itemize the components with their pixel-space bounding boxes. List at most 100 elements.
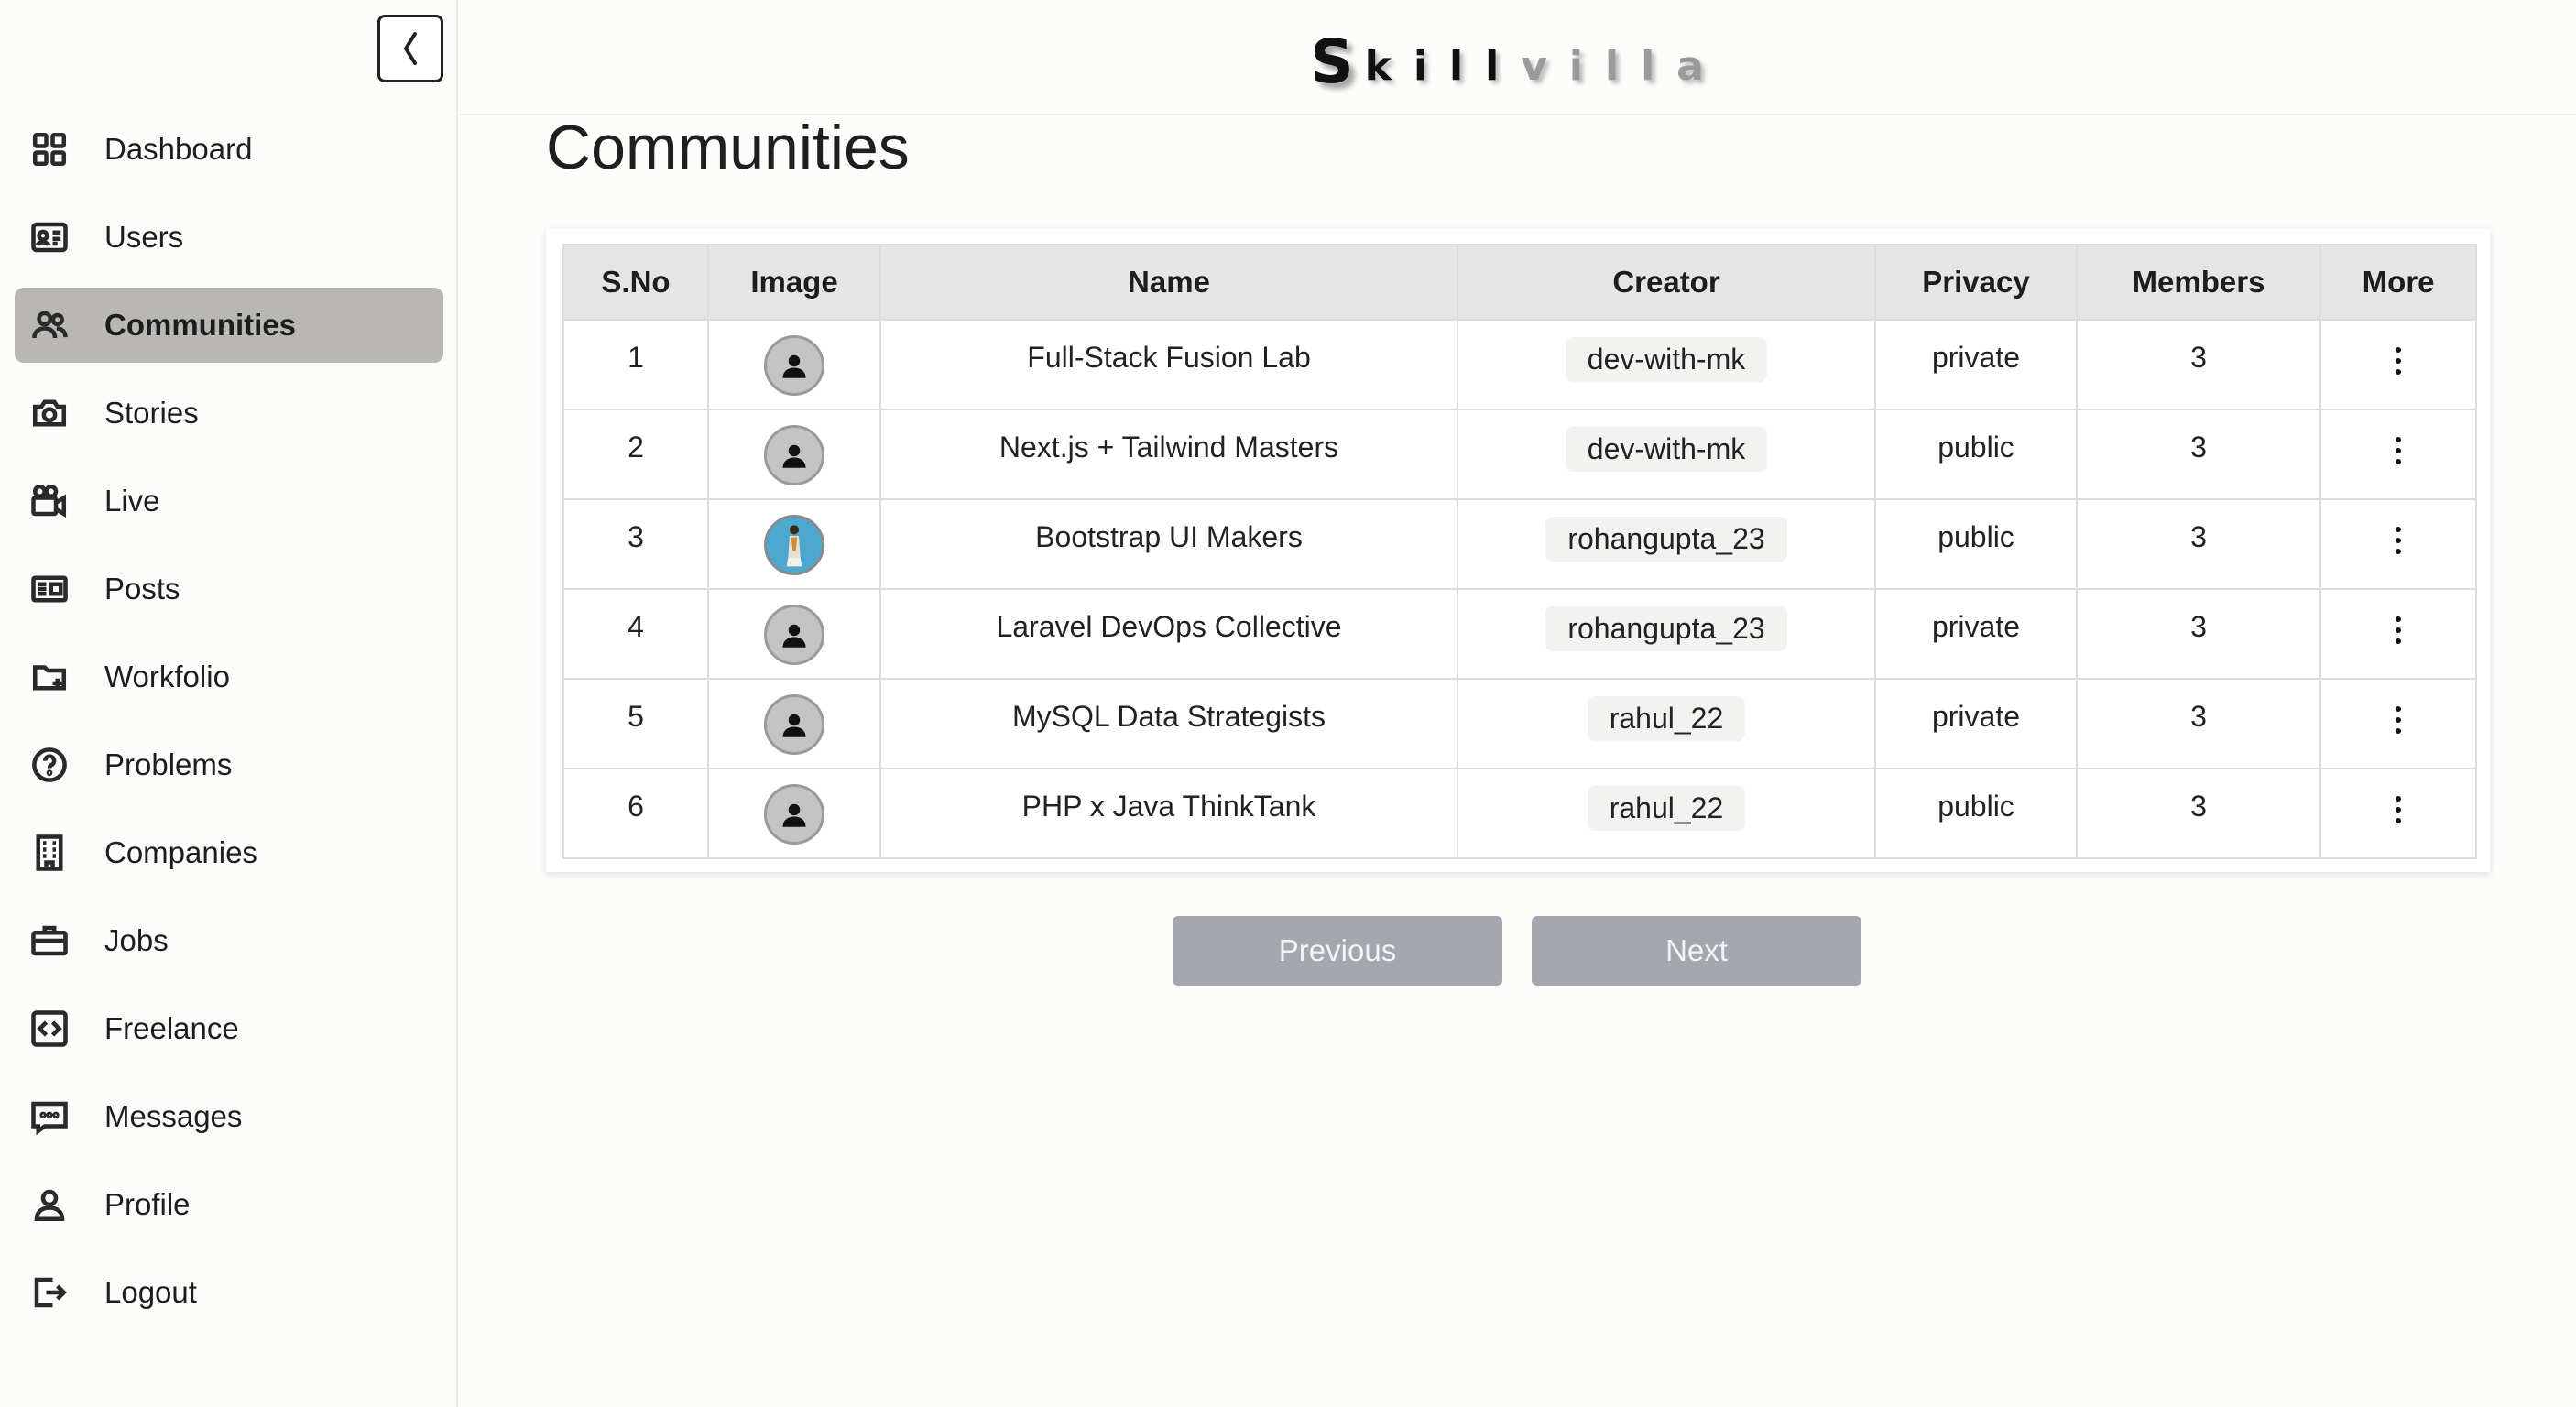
- logout-icon: [29, 1272, 70, 1313]
- top-bar: S killvilla: [460, 0, 2576, 115]
- table-header-row: S.No Image Name Creator Privacy Members …: [562, 244, 2477, 321]
- column-header-more[interactable]: More: [2319, 244, 2477, 321]
- sidebar-item-companies[interactable]: Companies: [15, 815, 443, 890]
- cell-name[interactable]: Next.js + Tailwind Masters: [879, 409, 1458, 500]
- default-user-icon: [782, 624, 806, 648]
- creator-chip[interactable]: rohangupta_23: [1545, 606, 1787, 651]
- community-avatar[interactable]: [764, 694, 824, 755]
- collapse-sidebar-button[interactable]: [377, 15, 443, 82]
- sidebar-item-logout[interactable]: Logout: [15, 1255, 443, 1330]
- creator-chip[interactable]: rahul_22: [1587, 786, 1746, 831]
- creator-chip[interactable]: rahul_22: [1587, 696, 1746, 741]
- community-avatar[interactable]: [764, 784, 824, 845]
- camera-icon: [29, 393, 70, 433]
- cell-more: [2319, 768, 2477, 859]
- cell-members: 3: [2076, 498, 2321, 590]
- more-options-button[interactable]: [2394, 791, 2403, 835]
- code-icon: [29, 1009, 70, 1049]
- sidebar-item-label: Dashboard: [104, 132, 253, 166]
- cell-sno: 3: [562, 498, 709, 590]
- sidebar-item-label: Live: [104, 484, 160, 518]
- column-header-members[interactable]: Members: [2076, 244, 2321, 321]
- sidebar-item-label: Logout: [104, 1275, 197, 1309]
- cell-more: [2319, 319, 2477, 410]
- sidebar-item-messages[interactable]: Messages: [15, 1079, 443, 1154]
- sidebar-item-problems[interactable]: Problems: [15, 727, 443, 802]
- table-row[interactable]: 4 Laravel DevOps Collective rohangupta_2…: [562, 588, 2477, 680]
- table-row[interactable]: 6 PHP x Java ThinkTank rahul_22 public 3: [562, 768, 2477, 859]
- kebab-menu-icon: [2396, 796, 2401, 823]
- cell-name[interactable]: MySQL Data Strategists: [879, 678, 1458, 769]
- creator-chip[interactable]: dev-with-mk: [1565, 337, 1768, 382]
- briefcase-icon: [29, 921, 70, 961]
- communities-table-card: S.No Image Name Creator Privacy Members …: [546, 229, 2490, 872]
- column-header-creator[interactable]: Creator: [1457, 244, 1876, 321]
- column-header-image[interactable]: Image: [707, 244, 881, 321]
- cell-more: [2319, 498, 2477, 590]
- sidebar-item-posts[interactable]: Posts: [15, 551, 443, 627]
- cell-image: [707, 409, 881, 500]
- cell-sno: 5: [562, 678, 709, 769]
- more-options-button[interactable]: [2394, 702, 2403, 746]
- table-row[interactable]: 2 Next.js + Tailwind Masters dev-with-mk…: [562, 409, 2477, 500]
- sidebar-item-label: Users: [104, 220, 184, 254]
- default-user-icon: [782, 714, 806, 737]
- sidebar-item-stories[interactable]: Stories: [15, 376, 443, 451]
- sidebar-item-dashboard[interactable]: Dashboard: [15, 112, 443, 187]
- sidebar-item-label: Communities: [104, 308, 297, 342]
- sidebar-nav: Dashboard Users Communities Stories Live…: [15, 112, 443, 1343]
- communities-table: S.No Image Name Creator Privacy Members …: [562, 244, 2477, 859]
- cell-privacy: private: [1874, 678, 2078, 769]
- cell-image: [707, 768, 881, 859]
- creator-chip[interactable]: rohangupta_23: [1545, 517, 1787, 562]
- sidebar-item-label: Posts: [104, 572, 180, 605]
- sidebar-item-label: Jobs: [104, 923, 169, 957]
- sidebar-item-label: Freelance: [104, 1011, 239, 1045]
- table-row[interactable]: 5 MySQL Data Strategists rahul_22 privat…: [562, 678, 2477, 769]
- kebab-menu-icon: [2396, 347, 2401, 375]
- cell-creator: rohangupta_23: [1457, 588, 1876, 680]
- cell-sno: 6: [562, 768, 709, 859]
- sidebar-item-label: Messages: [104, 1099, 243, 1133]
- brand-logo-dark-part: kill: [1364, 43, 1522, 90]
- brand-logo[interactable]: S killvilla: [1310, 32, 1726, 93]
- column-header-name[interactable]: Name: [879, 244, 1458, 321]
- table-row[interactable]: 3 Bootstrap UI Makers rohangupta_23 publ…: [562, 498, 2477, 590]
- table-row[interactable]: 1 Full-Stack Fusion Lab dev-with-mk priv…: [562, 319, 2477, 410]
- cell-creator: dev-with-mk: [1457, 409, 1876, 500]
- cell-members: 3: [2076, 588, 2321, 680]
- sidebar-item-profile[interactable]: Profile: [15, 1167, 443, 1242]
- sidebar-item-communities[interactable]: Communities: [15, 288, 443, 363]
- cell-name[interactable]: Full-Stack Fusion Lab: [879, 319, 1458, 410]
- sidebar-item-workfolio[interactable]: Workfolio: [15, 639, 443, 714]
- community-avatar[interactable]: [764, 605, 824, 665]
- column-header-sno[interactable]: S.No: [562, 244, 709, 321]
- next-page-button[interactable]: Next: [1532, 916, 1861, 986]
- more-options-button[interactable]: [2394, 343, 2403, 387]
- cell-name[interactable]: Laravel DevOps Collective: [879, 588, 1458, 680]
- brand-logo-light-part: villa: [1521, 43, 1726, 90]
- sidebar-item-label: Profile: [104, 1187, 191, 1221]
- cell-more: [2319, 409, 2477, 500]
- sidebar-item-freelance[interactable]: Freelance: [15, 991, 443, 1066]
- sidebar-item-jobs[interactable]: Jobs: [15, 903, 443, 978]
- sidebar-item-users[interactable]: Users: [15, 200, 443, 275]
- column-header-privacy[interactable]: Privacy: [1874, 244, 2078, 321]
- previous-page-button[interactable]: Previous: [1173, 916, 1502, 986]
- kebab-menu-icon: [2396, 706, 2401, 734]
- more-options-button[interactable]: [2394, 522, 2403, 566]
- video-camera-icon: [29, 481, 70, 521]
- community-avatar[interactable]: [764, 515, 824, 575]
- cell-creator: rohangupta_23: [1457, 498, 1876, 590]
- community-avatar[interactable]: [764, 425, 824, 485]
- cell-members: 3: [2076, 678, 2321, 769]
- chevron-left-icon: [403, 32, 417, 65]
- more-options-button[interactable]: [2394, 612, 2403, 656]
- cell-name[interactable]: Bootstrap UI Makers: [879, 498, 1458, 590]
- default-user-icon: [782, 803, 806, 827]
- creator-chip[interactable]: dev-with-mk: [1565, 427, 1768, 472]
- community-avatar[interactable]: [764, 335, 824, 396]
- sidebar-item-live[interactable]: Live: [15, 464, 443, 539]
- cell-name[interactable]: PHP x Java ThinkTank: [879, 768, 1458, 859]
- more-options-button[interactable]: [2394, 432, 2403, 476]
